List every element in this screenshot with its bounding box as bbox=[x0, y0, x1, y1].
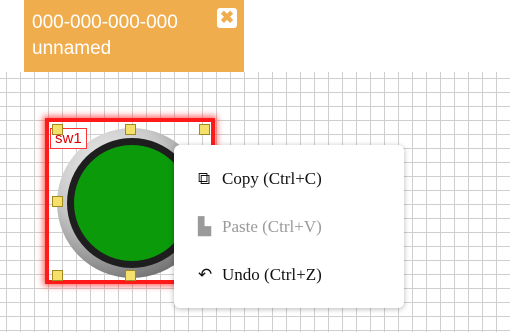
close-icon[interactable]: ✖ bbox=[217, 8, 237, 28]
menu-item-copy[interactable]: ⧉ Copy (Ctrl+C) bbox=[198, 164, 398, 194]
menu-item-label: Copy (Ctrl+C) bbox=[222, 169, 322, 188]
tab-id-text: 000-000-000-000 bbox=[32, 12, 178, 33]
undo-icon: ↶ bbox=[198, 265, 213, 284]
resize-handle-top-left[interactable] bbox=[52, 124, 63, 135]
tab-name: unnamed bbox=[32, 38, 112, 59]
menu-item-undo[interactable]: ↶ Undo (Ctrl+Z) bbox=[198, 260, 398, 290]
menu-item-label: Paste (Ctrl+V) bbox=[222, 217, 322, 236]
resize-handle-bottom-center[interactable] bbox=[125, 270, 136, 281]
menu-item-paste: ▙ Paste (Ctrl+V) bbox=[198, 212, 398, 242]
resize-handle-top-right[interactable] bbox=[199, 124, 210, 135]
menu-item-label: Undo (Ctrl+Z) bbox=[222, 265, 322, 284]
resize-handle-top-center[interactable] bbox=[125, 124, 136, 135]
resize-handle-bottom-left[interactable] bbox=[52, 270, 63, 281]
resize-handle-middle-left[interactable] bbox=[52, 196, 63, 207]
copy-icon: ⧉ bbox=[198, 169, 211, 188]
context-menu: ⧉ Copy (Ctrl+C) ▙ Paste (Ctrl+V) ↶ Undo (Ct… bbox=[174, 145, 404, 308]
paste-icon: ▙ bbox=[198, 217, 212, 236]
canvas-tab[interactable]: 000-000-000-000 unnamed ✖ bbox=[24, 0, 244, 72]
